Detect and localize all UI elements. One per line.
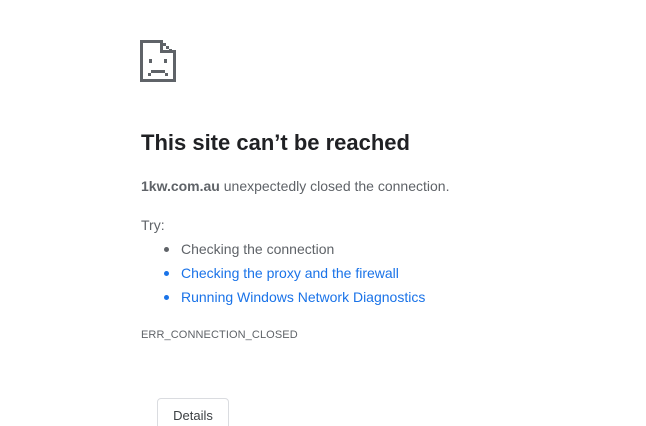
suggestion-label: Checking the connection [181, 241, 335, 257]
check-proxy-link[interactable]: Checking the proxy and the firewall [181, 265, 399, 281]
error-page: This site can’t be reached 1kw.com.au un… [0, 0, 646, 426]
details-button[interactable]: Details [157, 398, 229, 426]
suggestion-check-proxy: Checking the proxy and the firewall [141, 262, 425, 286]
host-name: 1kw.com.au [141, 178, 220, 194]
page-title: This site can’t be reached [141, 130, 410, 155]
error-summary: 1kw.com.au unexpectedly closed the conne… [141, 176, 449, 196]
summary-text: unexpectedly closed the connection. [219, 178, 450, 194]
suggestion-network-diagnostics: Running Windows Network Diagnostics [141, 286, 425, 310]
suggestion-check-connection: Checking the connection [141, 238, 425, 262]
bullet-icon [164, 295, 169, 300]
try-label: Try: [141, 217, 165, 233]
network-diagnostics-link[interactable]: Running Windows Network Diagnostics [181, 289, 425, 305]
sad-document-icon [140, 40, 176, 82]
suggestions-list: Checking the connection Checking the pro… [141, 238, 425, 310]
bullet-icon [164, 247, 169, 252]
bullet-icon [164, 271, 169, 276]
error-code: ERR_CONNECTION_CLOSED [141, 329, 298, 341]
